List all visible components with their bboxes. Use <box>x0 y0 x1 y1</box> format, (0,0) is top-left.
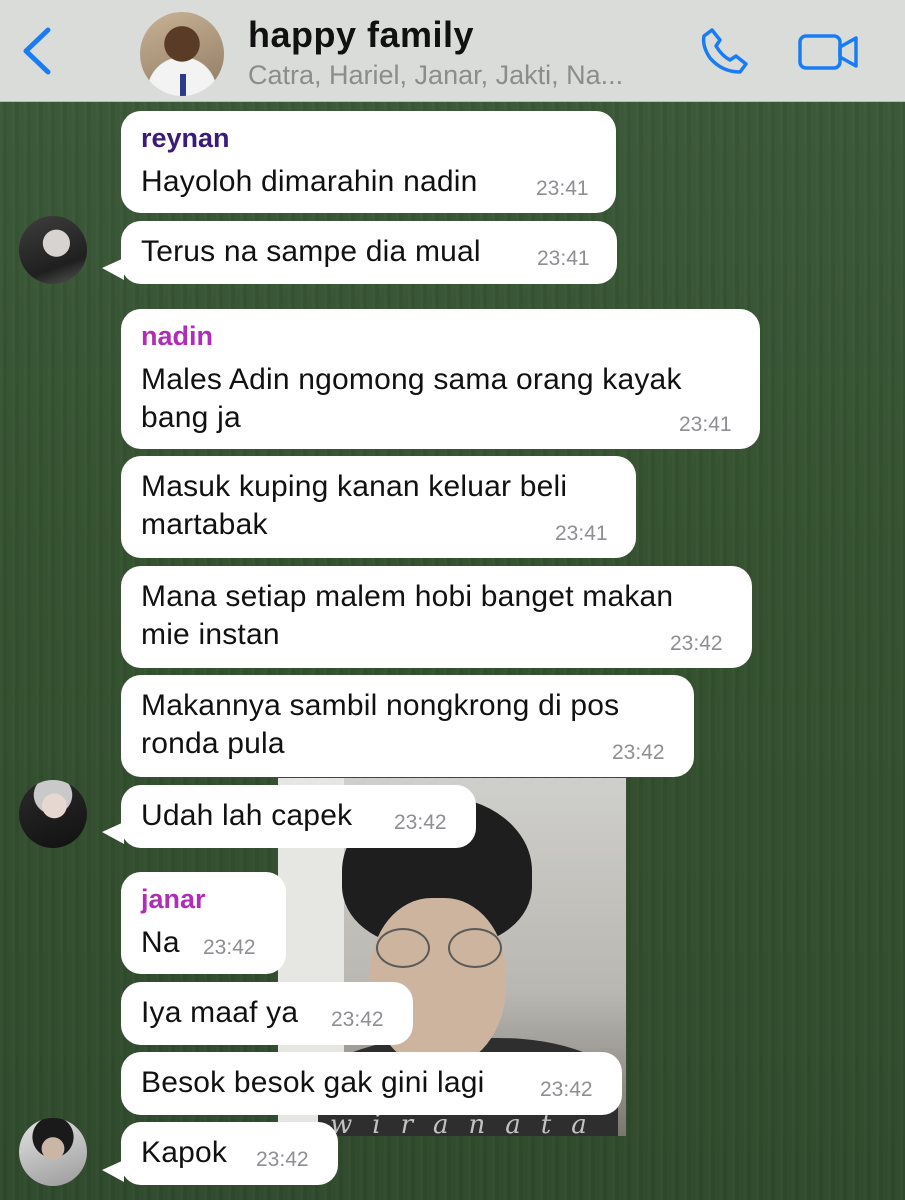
message-text: Mana setiap malem hobi banget makan <box>141 580 674 613</box>
message-bubble[interactable]: Terus na sampe dia mual 23:41 <box>121 221 617 284</box>
message-bubble[interactable]: Iya maaf ya 23:42 <box>121 982 413 1045</box>
sender-name: janar <box>141 884 206 914</box>
message-time: 23:42 <box>670 632 723 655</box>
chevron-left-icon[interactable] <box>20 26 54 76</box>
message-text: Udah lah capek <box>141 799 353 832</box>
message-text: Na <box>141 926 180 959</box>
phone-icon[interactable] <box>700 26 750 76</box>
message-text: ronda pula <box>141 727 285 760</box>
message-text: bang ja <box>141 401 241 434</box>
avatar[interactable] <box>19 216 87 284</box>
message-time: 23:42 <box>540 1078 593 1101</box>
message-time: 23:41 <box>555 522 608 545</box>
message-text: Besok besok gak gini lagi <box>141 1066 485 1099</box>
message-text: Makannya sambil nongkrong di pos <box>141 689 620 722</box>
message-bubble[interactable]: reynan Hayoloh dimarahin nadin 23:41 <box>121 111 616 213</box>
message-bubble[interactable]: Makannya sambil nongkrong di pos ronda p… <box>121 675 694 777</box>
message-time: 23:41 <box>679 413 732 436</box>
message-bubble[interactable]: Besok besok gak gini lagi 23:42 <box>121 1052 622 1115</box>
message-time: 23:41 <box>537 247 590 270</box>
message-text: mie instan <box>141 618 280 651</box>
group-avatar[interactable] <box>140 12 224 96</box>
avatar[interactable] <box>19 780 87 848</box>
message-time: 23:42 <box>394 811 447 834</box>
message-time: 23:42 <box>256 1148 309 1171</box>
message-text: martabak <box>141 508 268 541</box>
message-bubble[interactable]: Mana setiap malem hobi banget makan mie … <box>121 566 752 668</box>
message-time: 23:42 <box>612 741 665 764</box>
message-text: Males Adin ngomong sama orang kayak <box>141 363 682 396</box>
message-bubble[interactable]: Udah lah capek 23:42 <box>121 785 476 848</box>
avatar[interactable] <box>19 1118 87 1186</box>
sender-name: reynan <box>141 123 230 153</box>
message-text: Terus na sampe dia mual <box>141 235 481 268</box>
group-title[interactable]: happy family <box>248 14 474 56</box>
sender-name: nadin <box>141 321 213 351</box>
message-time: 23:41 <box>536 177 589 200</box>
message-text: Kapok <box>141 1136 228 1169</box>
message-time: 23:42 <box>203 936 256 959</box>
group-members[interactable]: Catra, Hariel, Janar, Jakti, Na... <box>248 60 623 91</box>
message-text: Hayoloh dimarahin nadin <box>141 165 478 198</box>
message-bubble[interactable]: janar Na 23:42 <box>121 872 286 974</box>
chat-header: happy family Catra, Hariel, Janar, Jakti… <box>0 0 905 102</box>
message-bubble[interactable]: Masuk kuping kanan keluar beli martabak … <box>121 456 636 558</box>
video-camera-icon[interactable] <box>798 32 860 72</box>
message-time: 23:42 <box>331 1008 384 1031</box>
message-bubble[interactable]: nadin Males Adin ngomong sama orang kaya… <box>121 309 760 449</box>
message-bubble[interactable]: Kapok 23:42 <box>121 1122 338 1185</box>
message-text: Masuk kuping kanan keluar beli <box>141 470 568 503</box>
message-text: Iya maaf ya <box>141 996 299 1029</box>
